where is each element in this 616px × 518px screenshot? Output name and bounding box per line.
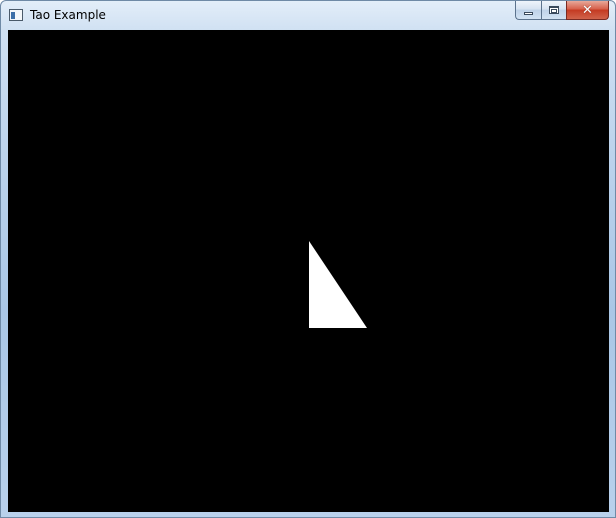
white-triangle (309, 241, 367, 328)
app-window: Tao Example ✕ (0, 0, 616, 518)
application-window-icon[interactable] (9, 9, 23, 21)
close-button[interactable]: ✕ (566, 1, 609, 20)
opengl-canvas[interactable] (8, 30, 609, 512)
minimize-button[interactable] (515, 1, 541, 20)
close-icon: ✕ (582, 2, 593, 18)
window-title: Tao Example (30, 8, 106, 22)
minimize-icon (524, 11, 533, 15)
maximize-button[interactable] (541, 1, 566, 20)
caption-buttons: ✕ (515, 1, 609, 21)
maximize-icon (549, 6, 559, 14)
render-surface (309, 241, 367, 328)
title-bar[interactable]: Tao Example ✕ (1, 1, 615, 31)
